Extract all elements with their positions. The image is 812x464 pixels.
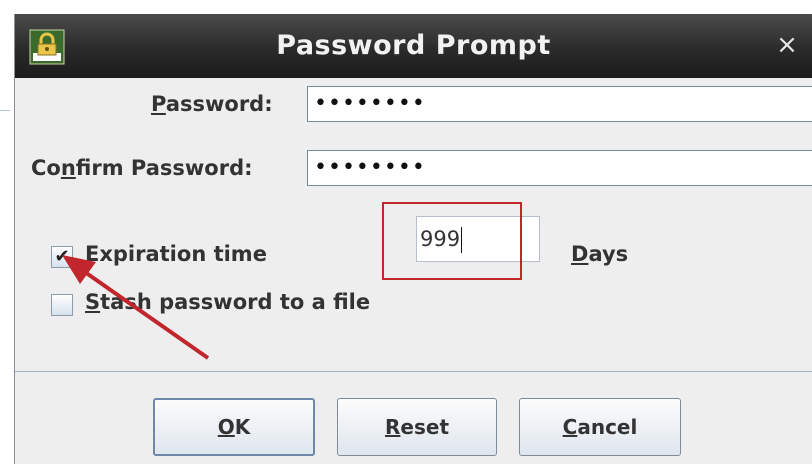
annotation-arrow-head	[62, 255, 96, 284]
annotation-arrow-shaft	[80, 268, 210, 360]
annotation-arrow	[62, 255, 210, 360]
